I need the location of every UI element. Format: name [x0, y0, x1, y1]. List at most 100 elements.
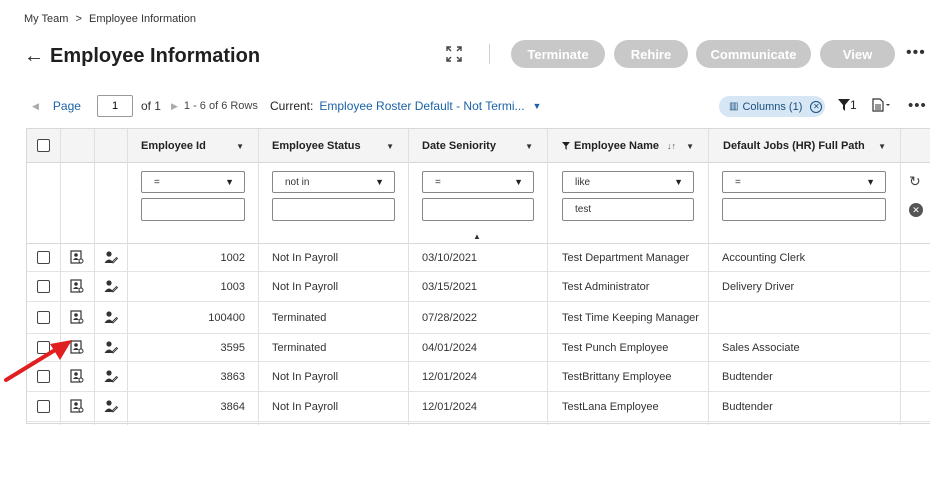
default-jobs-cell: Accounting Clerk [722, 251, 806, 264]
chevron-down-icon[interactable]: ▼ [525, 142, 533, 151]
rows-count: 1 - 6 of 6 Rows [183, 100, 258, 112]
sort-ascending-icon[interactable]: ▲ [473, 232, 481, 241]
columns-chip[interactable]: ▥ Columns (1) ✕ [719, 96, 825, 117]
default-jobs-filter-input[interactable] [722, 198, 886, 221]
previous-page-icon[interactable]: ◀ [32, 101, 39, 112]
column-header-default-jobs[interactable]: Default Jobs (HR) Full Path ▼ [723, 129, 900, 163]
breadcrumb: My Team > Employee Information [24, 13, 200, 25]
column-header-date-seniority[interactable]: Date Seniority ▼ [422, 129, 547, 163]
table-row[interactable]: 3864 Not In Payroll 12/01/2024 TestLana Emp… [27, 392, 930, 422]
page-label: Page [52, 99, 81, 113]
employee-name-cell: TestBrittany Employee [562, 370, 672, 383]
date-seniority-cell: 07/28/2022 [422, 311, 478, 324]
chevron-down-icon[interactable]: ▼ [686, 142, 694, 151]
row-checkbox[interactable] [37, 400, 50, 413]
chevron-down-icon: ▼ [514, 177, 523, 187]
chevron-down-icon[interactable]: ▼ [386, 142, 394, 151]
employee-name-cell: Test Time Keeping Manager [562, 311, 699, 324]
view-button[interactable]: View [820, 40, 895, 68]
date-seniority-cell: 12/01/2024 [422, 370, 478, 383]
view-selector-label: Current: [270, 99, 314, 113]
default-jobs-operator-select[interactable]: = ▼ [722, 171, 886, 193]
expand-icon[interactable] [445, 45, 463, 63]
employee-profile-icon[interactable] [70, 310, 84, 324]
default-jobs-cell: Budtender [722, 400, 773, 413]
pager: ◀ Page of 1 ▶ 1 - 6 of 6 Rows [32, 95, 258, 117]
row-checkbox[interactable] [37, 251, 50, 264]
date-seniority-cell: 03/10/2021 [422, 251, 478, 264]
employee-profile-icon[interactable] [70, 279, 84, 293]
edit-employee-icon[interactable] [104, 279, 119, 293]
row-checkbox[interactable] [37, 311, 50, 324]
employee-name-cell: Test Department Manager [562, 251, 690, 264]
date-seniority-filter-input[interactable] [422, 198, 534, 221]
employee-name-filter-input[interactable]: test [562, 198, 694, 221]
export-icon[interactable] [871, 98, 891, 115]
operator-value: = [435, 176, 441, 188]
edit-employee-icon[interactable] [104, 399, 119, 413]
communicate-button[interactable]: Communicate [696, 40, 811, 68]
row-checkbox[interactable] [37, 280, 50, 293]
table-row[interactable]: 3595 Terminated 04/01/2024 Test Punch Emplo… [27, 334, 930, 362]
employee-id-cell: 3864 [220, 400, 245, 413]
column-header-employee-name[interactable]: Employee Name ↓↑ ▼ [562, 129, 708, 163]
columns-icon: ▥ [729, 101, 739, 112]
employee-status-operator-select[interactable]: not in ▼ [272, 171, 395, 193]
edit-employee-icon[interactable] [104, 310, 119, 324]
column-header-employee-status[interactable]: Employee Status ▼ [272, 129, 408, 163]
more-options-icon[interactable]: ••• [908, 97, 927, 114]
annotation-arrow-icon [4, 340, 72, 382]
filter-button[interactable]: 1 [838, 98, 857, 112]
view-selector[interactable]: Current: Employee Roster Default - Not T… [270, 99, 541, 113]
edit-employee-icon[interactable] [104, 340, 119, 354]
employee-status-cell: Terminated [272, 341, 327, 354]
close-icon[interactable]: ✕ [810, 100, 823, 113]
next-page-icon[interactable]: ▶ [171, 101, 178, 112]
employee-profile-icon[interactable] [70, 399, 84, 413]
chevron-down-icon[interactable]: ▼ [236, 142, 244, 151]
page-number-input[interactable] [96, 95, 133, 117]
table-row[interactable]: 1003 Not In Payroll 03/15/2021 Test Adminis… [27, 272, 930, 302]
employee-name-cell: Test Punch Employee [562, 341, 669, 354]
operator-value: like [575, 176, 591, 188]
employee-name-cell: TestLana Employee [562, 400, 659, 413]
edit-employee-icon[interactable] [104, 369, 119, 383]
table-row[interactable]: 1002 Not In Payroll 03/10/2021 Test Departm… [27, 244, 930, 272]
employee-id-cell: 3595 [220, 341, 245, 354]
sort-icon[interactable]: ↓↑ [667, 141, 676, 151]
terminate-button[interactable]: Terminate [511, 40, 605, 68]
employee-status-cell: Terminated [272, 311, 327, 324]
employee-status-filter-input[interactable] [272, 198, 395, 221]
arrow-left-icon[interactable]: ← [24, 46, 44, 66]
table-row[interactable]: 100400 Terminated 07/28/2022 Test Time Keep… [27, 302, 930, 334]
filter-icon [838, 99, 850, 111]
employee-id-filter-input[interactable] [141, 198, 245, 221]
chevron-down-icon: ▼ [225, 177, 234, 187]
employee-profile-icon[interactable] [70, 250, 84, 264]
chevron-down-icon: ▼ [866, 177, 875, 187]
rehire-button[interactable]: Rehire [614, 40, 688, 68]
column-header-label: Employee Name [574, 140, 659, 152]
refresh-icon[interactable]: ↻ [909, 173, 921, 190]
filter-icon [562, 142, 570, 150]
chevron-down-icon: ▼ [375, 177, 384, 187]
employee-id-cell: 1003 [220, 280, 245, 293]
employee-id-operator-select[interactable]: = ▼ [141, 171, 245, 193]
view-selector-value[interactable]: Employee Roster Default - Not Termi... [319, 99, 524, 113]
document-export-icon [872, 98, 890, 112]
filter-count-label: 1 [850, 98, 857, 112]
clear-filters-icon[interactable]: ✕ [909, 203, 923, 217]
edit-employee-icon[interactable] [104, 250, 119, 264]
column-header-employee-id[interactable]: Employee Id ▼ [141, 129, 258, 163]
more-actions-icon[interactable]: ••• [906, 44, 926, 62]
chevron-down-icon[interactable]: ▼ [878, 142, 886, 151]
employee-name-operator-select[interactable]: like ▼ [562, 171, 694, 193]
breadcrumb-my-team[interactable]: My Team [24, 13, 68, 25]
chevron-down-icon: ▼ [674, 177, 683, 187]
date-seniority-operator-select[interactable]: = ▼ [422, 171, 534, 193]
table-row[interactable]: 3863 Not In Payroll 12/01/2024 TestBrittany… [27, 362, 930, 392]
toolbar-divider [489, 44, 490, 64]
chevron-down-icon[interactable]: ▼ [533, 101, 542, 111]
columns-chip-label: Columns (1) [742, 100, 803, 113]
select-all-checkbox[interactable] [37, 139, 50, 152]
